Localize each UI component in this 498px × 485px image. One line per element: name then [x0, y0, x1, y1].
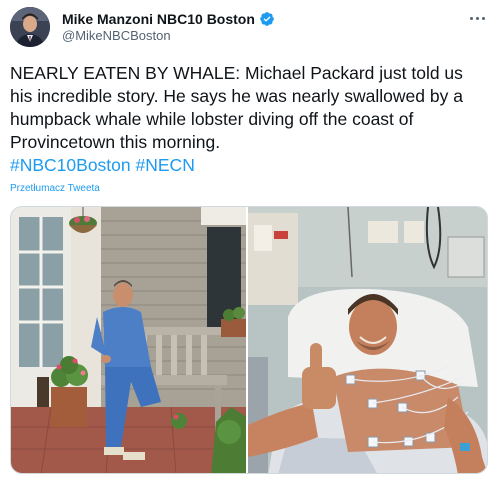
- tweet[interactable]: Mike Manzoni NBC10 Boston @MikeNBCBoston…: [0, 0, 498, 485]
- photo-man-on-bench[interactable]: [11, 207, 247, 473]
- tweet-text: NEARLY EATEN BY WHALE: Michael Packard j…: [10, 62, 488, 177]
- author-display-name[interactable]: Mike Manzoni NBC10 Boston: [62, 11, 255, 27]
- tweet-body: NEARLY EATEN BY WHALE: Michael Packard j…: [10, 63, 463, 152]
- more-options-icon[interactable]: [466, 8, 488, 28]
- verified-badge-icon: [259, 11, 275, 27]
- avatar[interactable]: [10, 7, 50, 47]
- hashtag-link[interactable]: #NECN: [136, 155, 195, 175]
- hashtag-link[interactable]: #NBC10Boston: [10, 155, 131, 175]
- photo-man-in-hospital-bed[interactable]: [248, 207, 487, 473]
- media-grid: [10, 206, 488, 474]
- author-handle[interactable]: @MikeNBCBoston: [62, 28, 171, 43]
- translate-tweet-link[interactable]: Przetłumacz Tweeta: [10, 183, 100, 194]
